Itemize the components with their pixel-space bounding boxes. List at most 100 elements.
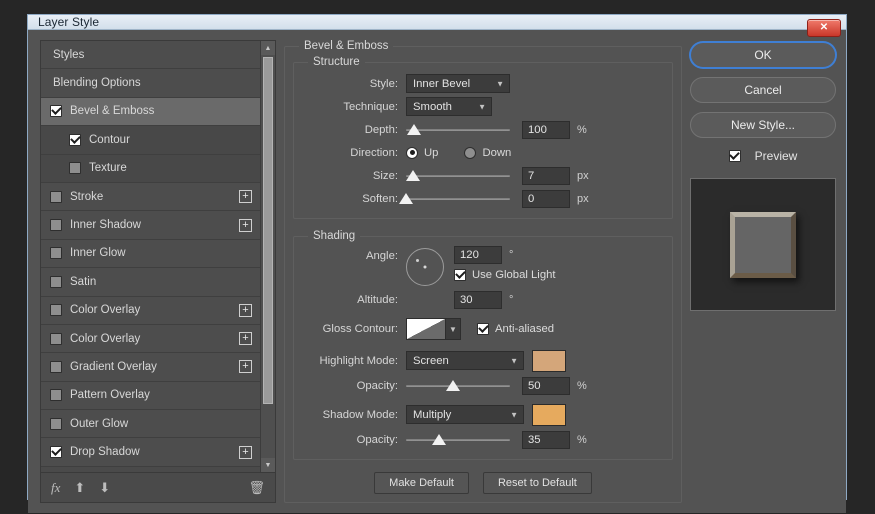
style-list-item[interactable]: Outer Glow	[41, 410, 260, 439]
style-list-item[interactable]: Drop Shadow +	[41, 438, 260, 467]
style-list-item[interactable]: Color Overlay +	[41, 324, 260, 354]
slider-thumb[interactable]	[445, 379, 460, 391]
checkbox-icon[interactable]	[50, 247, 62, 260]
checkbox-icon[interactable]	[50, 446, 62, 459]
slider-track	[406, 438, 510, 441]
fx-icon[interactable]: fx	[51, 480, 60, 496]
close-glyph: ✕	[819, 22, 829, 33]
highlight-opacity-slider[interactable]	[406, 377, 510, 395]
slider-thumb[interactable]	[399, 192, 413, 204]
style-list-item[interactable]: Blending Options	[41, 69, 260, 98]
new-style-button[interactable]: New Style...	[690, 112, 836, 138]
checkbox-icon[interactable]	[50, 389, 62, 402]
direction-up-radio[interactable]: Up	[406, 146, 464, 159]
checkbox-icon[interactable]	[50, 304, 62, 317]
add-effect-icon[interactable]: +	[239, 303, 252, 317]
checkbox-icon[interactable]	[50, 360, 62, 373]
style-list-item-label: Outer Glow	[70, 417, 129, 430]
shadow-opacity-label: Opacity:	[356, 433, 398, 446]
add-effect-icon[interactable]: +	[239, 445, 252, 459]
style-select[interactable]: Inner Bevel ▼	[406, 74, 510, 93]
style-list-item[interactable]: Inner Glow	[41, 239, 260, 269]
soften-slider[interactable]	[399, 190, 510, 208]
size-input[interactable]: 7	[522, 166, 570, 185]
style-list-item-label: Gradient Overlay	[70, 360, 157, 373]
altitude-input[interactable]: 30	[454, 290, 502, 309]
slider-thumb[interactable]	[432, 433, 447, 445]
checkbox-icon[interactable]	[50, 275, 62, 288]
angle-input[interactable]: 120	[454, 246, 502, 264]
shadow-mode-select[interactable]: Multiply ▼	[406, 405, 524, 424]
style-list-item[interactable]: Texture	[41, 154, 260, 183]
angle-dial[interactable]	[406, 248, 444, 286]
shadow-color-swatch[interactable]	[532, 403, 566, 426]
add-effect-icon[interactable]: +	[239, 360, 252, 374]
technique-select[interactable]: Smooth ▼	[406, 97, 492, 116]
checkbox-icon[interactable]	[50, 190, 62, 203]
shadow-opacity-slider[interactable]	[406, 431, 510, 449]
ok-button[interactable]: OK	[690, 42, 836, 68]
style-list-item[interactable]: Color Overlay +	[41, 296, 260, 325]
style-list-item[interactable]: Pattern Overlay	[41, 381, 260, 411]
checkbox-icon[interactable]	[50, 219, 62, 232]
cancel-button[interactable]: Cancel	[690, 77, 836, 103]
trash-icon[interactable]: 🗑	[248, 480, 265, 496]
style-list-item[interactable]: Satin	[41, 268, 260, 297]
altitude-unit: °	[509, 293, 514, 306]
scroll-up-icon[interactable]: ▲	[261, 41, 275, 55]
checkbox-icon[interactable]	[69, 162, 81, 175]
highlight-mode-select[interactable]: Screen ▼	[406, 351, 524, 370]
style-list-item-label: Texture	[89, 162, 127, 175]
checkbox-icon[interactable]	[50, 332, 62, 345]
preview-checkbox[interactable]: Preview	[690, 149, 836, 163]
direction-down-label: Down	[482, 146, 512, 159]
style-list-item[interactable]: Bevel & Emboss	[41, 97, 260, 127]
style-list-item[interactable]: Styles	[41, 41, 260, 70]
move-up-icon[interactable]: ⬆	[74, 480, 85, 496]
slider-thumb[interactable]	[407, 123, 422, 135]
add-effect-icon[interactable]: +	[239, 190, 252, 204]
gloss-contour-dropdown[interactable]: ▼	[446, 318, 461, 340]
checkbox-icon[interactable]	[69, 133, 81, 146]
style-list-item[interactable]: Stroke +	[41, 182, 260, 212]
structure-group: Structure Style: Inner Bevel ▼ Technique…	[293, 56, 673, 219]
shadow-opacity-row: Opacity: 35 %	[302, 429, 664, 450]
slider-thumb[interactable]	[406, 169, 421, 181]
bevel-emboss-title: Bevel & Emboss	[304, 40, 389, 52]
highlight-opacity-input[interactable]: 50	[522, 376, 570, 395]
soften-input[interactable]: 0	[522, 189, 570, 208]
shadow-opacity-input[interactable]: 35	[522, 430, 570, 449]
depth-input[interactable]: 100	[522, 120, 570, 139]
move-down-icon[interactable]: ⬇	[99, 480, 110, 496]
scroll-down-icon[interactable]: ▼	[261, 458, 275, 472]
checkbox-icon[interactable]	[50, 417, 62, 430]
shadow-opacity-unit: %	[577, 433, 587, 446]
dial-handle[interactable]	[416, 259, 419, 262]
size-slider[interactable]	[406, 167, 510, 185]
dialog-title: Layer Style	[38, 15, 100, 29]
gloss-contour-preview[interactable]	[406, 318, 446, 340]
close-icon[interactable]: ✕	[807, 19, 841, 37]
style-list-item-label: Styles	[53, 48, 85, 61]
add-effect-icon[interactable]: +	[239, 218, 252, 232]
dialog-body: Styles Blending Options Bevel & Emboss Cont…	[28, 30, 846, 513]
chevron-down-icon: ▼	[449, 324, 457, 334]
depth-slider[interactable]	[406, 121, 510, 139]
style-list-item[interactable]: Gradient Overlay +	[41, 353, 260, 382]
chevron-down-icon: ▼	[496, 79, 504, 88]
checkbox-icon[interactable]	[50, 105, 62, 118]
use-global-light-checkbox[interactable]: Use Global Light	[454, 269, 556, 281]
reset-to-default-button[interactable]: Reset to Default	[482, 472, 592, 494]
styles-scrollbar[interactable]: ▲ ▼	[260, 41, 275, 472]
anti-aliased-checkbox[interactable]: Anti-aliased	[477, 323, 554, 335]
scrollbar-thumb[interactable]	[263, 57, 273, 404]
make-default-button[interactable]: Make Default	[374, 472, 469, 494]
style-list-item[interactable]: Inner Shadow +	[41, 211, 260, 240]
direction-down-radio[interactable]: Down	[464, 146, 537, 159]
scrollbar-track[interactable]	[261, 55, 275, 458]
layer-style-dialog: Layer Style ✕ Styles Blending Options Beve…	[27, 14, 847, 513]
add-effect-icon[interactable]: +	[239, 332, 252, 346]
highlight-color-swatch[interactable]	[532, 349, 566, 372]
style-list-item[interactable]: Contour	[41, 126, 260, 155]
styles-panel: Styles Blending Options Bevel & Emboss Cont…	[40, 40, 276, 473]
